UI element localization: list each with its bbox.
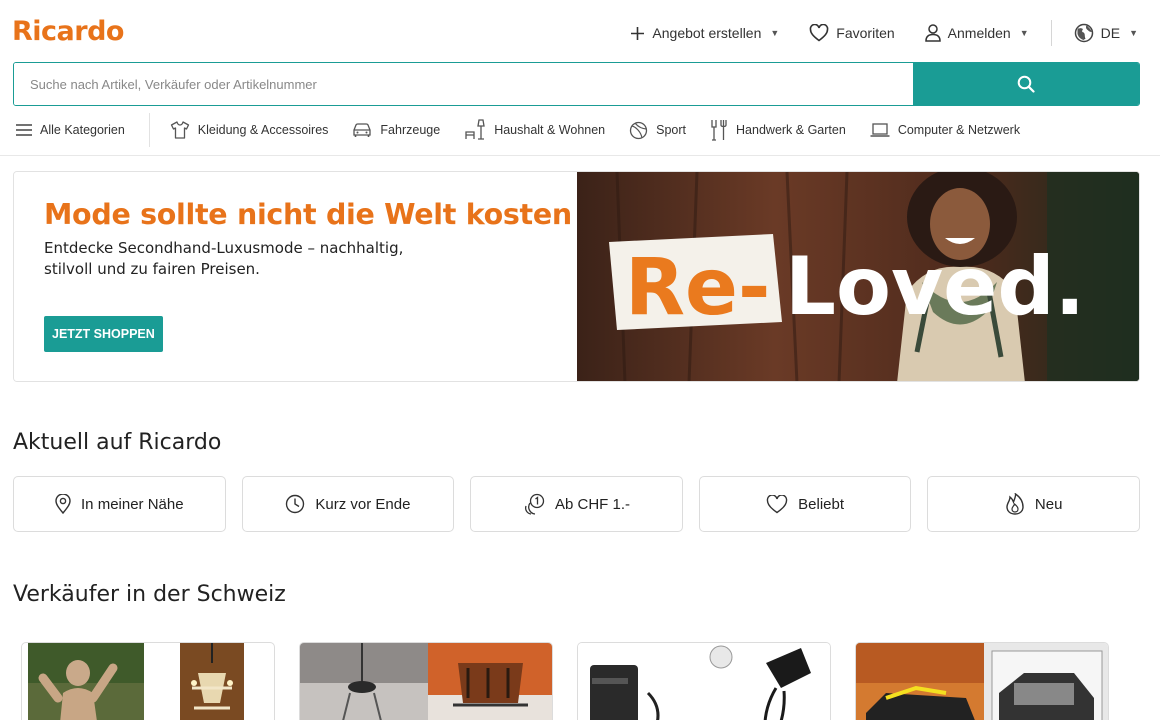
ball-icon [629, 121, 648, 139]
shop-now-button[interactable]: JETZT SHOPPEN [44, 316, 163, 352]
chip-near-me[interactable]: In meiner Nähe [13, 476, 226, 532]
chip-label: Kurz vor Ende [315, 495, 411, 513]
search-bar [13, 62, 1140, 106]
banner-image: Re- Loved. [577, 172, 1139, 381]
top-navigation: Angebot erstellen ▼ Favoriten Anmelden ▼… [630, 20, 1138, 46]
lamp-icon [465, 119, 485, 140]
globe-icon [1074, 23, 1093, 43]
seller-image-rc-car [856, 643, 984, 720]
seller-card[interactable] [855, 642, 1109, 720]
chip-label: Beliebt [798, 495, 845, 513]
seller-card[interactable] [299, 642, 553, 720]
chevron-down-icon: ▼ [1129, 28, 1138, 38]
banner-image-text-loved: Loved. [785, 240, 1085, 333]
language-label: DE [1100, 25, 1121, 41]
chevron-down-icon: ▼ [1019, 28, 1029, 38]
promo-banner[interactable]: Mode sollte nicht die Welt kosten Entdec… [13, 171, 1140, 382]
category-label: Sport [656, 123, 687, 137]
seller-image-charger [706, 643, 830, 720]
category-clothing[interactable]: Kleidung & Accessoires [170, 121, 329, 139]
login-label: Anmelden [947, 25, 1011, 41]
banner-description: Entdecke Secondhand-Luxusmode – nachhalt… [44, 239, 404, 278]
seller-card[interactable] [577, 642, 831, 720]
category-label: Haushalt & Wohnen [494, 123, 606, 137]
category-label: Computer & Netzwerk [897, 123, 1021, 137]
seller-card[interactable] [21, 642, 275, 720]
banner-image-text-re: Re- [625, 243, 770, 333]
heart-icon [766, 494, 788, 513]
chip-new[interactable]: Neu [927, 476, 1140, 532]
category-label: Kleidung & Accessoires [197, 123, 329, 137]
category-label: Fahrzeuge [380, 123, 441, 137]
ricardo-logo[interactable]: Ricardo [12, 16, 124, 47]
section-title-sellers: Verkäufer in der Schweiz [13, 582, 286, 607]
menu-icon [16, 124, 32, 136]
search-button[interactable] [913, 63, 1139, 105]
category-household[interactable]: Haushalt & Wohnen [464, 119, 605, 141]
search-input[interactable] [14, 63, 913, 105]
laptop-icon [870, 123, 890, 137]
category-bar: Alle Kategorien Kleidung & Accessoires F… [16, 112, 1020, 148]
divider [0, 155, 1160, 156]
chip-label: In meiner Nähe [81, 495, 184, 513]
chip-from-chf-1[interactable]: Ab CHF 1.- [470, 476, 683, 532]
favorites-label: Favoriten [836, 25, 895, 41]
category-craft-garden[interactable]: Handwerk & Garten [710, 119, 846, 141]
seller-image-lamp [300, 643, 428, 720]
clock-icon [286, 494, 305, 514]
all-categories-label: Alle Kategorien [40, 123, 125, 137]
language-selector[interactable]: DE ▼ [1074, 23, 1138, 43]
chip-ending-soon[interactable]: Kurz vor Ende [241, 476, 455, 532]
create-offer-label: Angebot erstellen [652, 25, 762, 41]
reloved-banner-image: Re- Loved. [577, 172, 1139, 381]
chip-label: Neu [1034, 495, 1063, 513]
favorites-button[interactable]: Favoriten [809, 24, 895, 42]
all-categories-button[interactable]: Alle Kategorien [16, 123, 125, 137]
chip-label: Ab CHF 1.- [554, 495, 630, 513]
location-pin-icon [55, 494, 71, 514]
shirt-icon [170, 121, 189, 139]
seller-image-adapter [578, 643, 706, 720]
plus-icon [631, 26, 645, 40]
tools-icon [711, 120, 727, 141]
section-title-aktuell: Aktuell auf Ricardo [13, 430, 222, 455]
one-franc-icon [524, 493, 545, 515]
login-button[interactable]: Anmelden ▼ [924, 24, 1029, 42]
quick-filter-chips: In meiner Nähe Kurz vor Ende Ab CHF 1.- … [13, 476, 1140, 532]
chip-popular[interactable]: Beliebt [698, 476, 912, 532]
category-label: Handwerk & Garten [736, 123, 846, 137]
seller-image-rc-box [984, 643, 1108, 720]
category-vehicles[interactable]: Fahrzeuge [352, 122, 440, 138]
category-computer-network[interactable]: Computer & Netzwerk [870, 123, 1020, 137]
car-icon [353, 123, 372, 137]
flame-icon [1006, 493, 1024, 515]
seller-image-statue [28, 643, 144, 720]
create-offer-button[interactable]: Angebot erstellen ▼ [630, 25, 779, 41]
divider [1050, 20, 1052, 46]
seller-image-chandelier [180, 643, 244, 720]
user-icon [924, 24, 941, 42]
category-sport[interactable]: Sport [629, 121, 686, 140]
seller-cards [21, 642, 1109, 720]
banner-headline: Mode sollte nicht die Welt kosten [44, 198, 572, 231]
search-icon [1017, 75, 1035, 93]
seller-image-lantern [428, 643, 552, 720]
divider [148, 113, 150, 147]
heart-icon [809, 24, 829, 42]
banner-text-area: Mode sollte nicht die Welt kosten Entdec… [14, 172, 577, 381]
chevron-down-icon: ▼ [770, 28, 780, 38]
